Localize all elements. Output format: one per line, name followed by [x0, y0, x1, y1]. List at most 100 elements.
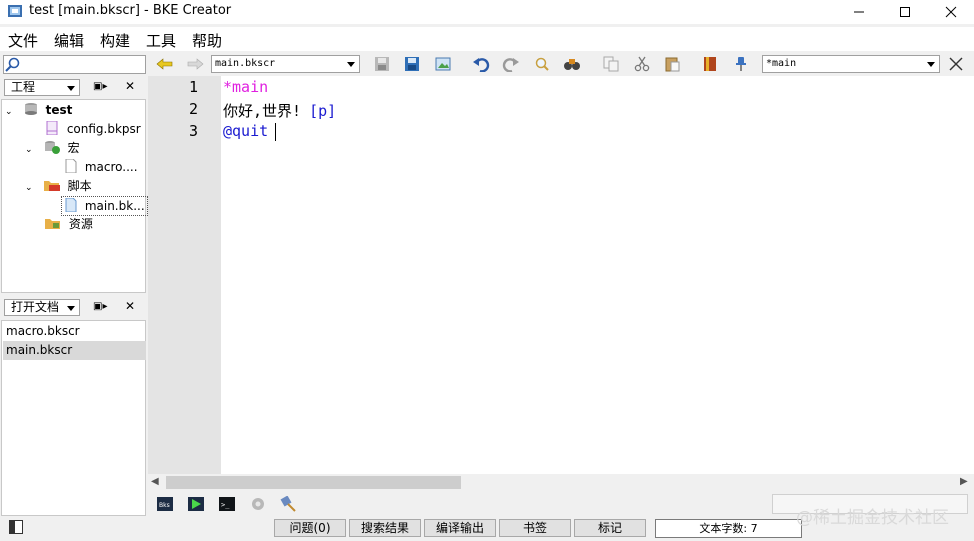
file-selector[interactable]: main.bkscr — [211, 55, 360, 73]
tree-item-label: main.bk... — [84, 199, 145, 213]
open-docs-selector[interactable]: 打开文档 — [4, 299, 80, 316]
tree-item-config[interactable]: config.bkpsr — [44, 120, 141, 138]
line-number: 3 — [188, 122, 198, 140]
char-count-status: 文本字数: 7 — [655, 519, 802, 538]
tree-item-label: test — [45, 103, 73, 117]
close-icon — [949, 57, 963, 71]
back-arrow-icon[interactable] — [156, 55, 174, 73]
search-input[interactable] — [3, 55, 146, 74]
code-text: 你好,世界! — [223, 102, 302, 120]
close-panel-icon[interactable]: ✕ — [125, 79, 135, 93]
file-selector-value: main.bkscr — [215, 58, 276, 69]
save-all-icon[interactable] — [403, 55, 421, 73]
tab-bookmarks[interactable]: 书签 — [499, 519, 571, 537]
menu-edit[interactable]: 编辑 — [54, 30, 84, 51]
tab-search-results[interactable]: 搜索结果 — [349, 519, 421, 537]
chevron-down-icon — [67, 306, 75, 311]
label-selector[interactable]: *main — [762, 55, 940, 73]
terminal-icon[interactable]: >_ — [218, 496, 236, 512]
chevron-down-icon[interactable]: ⌄ — [5, 103, 19, 121]
list-item-selected[interactable]: main.bkscr — [3, 341, 146, 360]
paste-icon[interactable] — [663, 55, 681, 73]
minimize-icon — [854, 11, 864, 13]
float-panel-icon[interactable]: ▣▸ — [93, 301, 107, 312]
image-icon[interactable] — [434, 55, 452, 73]
code-line-label: *main — [223, 78, 269, 96]
undo-icon[interactable] — [472, 55, 490, 73]
find-replace-icon[interactable] — [563, 55, 581, 73]
code-editor[interactable] — [148, 76, 974, 476]
chevron-down-icon — [347, 62, 355, 67]
brush-icon[interactable] — [280, 495, 298, 512]
close-editor-button[interactable] — [947, 55, 965, 73]
scroll-left-icon[interactable]: ◀ — [151, 476, 159, 487]
maximize-icon — [900, 7, 910, 17]
tree-item-label: macro.... — [84, 160, 138, 174]
cut-icon[interactable] — [633, 55, 651, 73]
macro-folder-icon — [44, 141, 60, 154]
window-title: test [main.bkscr] - BKE Creator — [29, 3, 232, 18]
svg-text:>_: >_ — [221, 501, 230, 509]
project-panel-title: 工程 — [11, 80, 36, 94]
script-folder-icon — [43, 181, 60, 191]
open-docs-title: 打开文档 — [11, 300, 60, 314]
pin-icon[interactable] — [732, 55, 750, 73]
open-docs-header: 打开文档 ▣▸ ✕ — [1, 297, 146, 319]
redo-icon[interactable] — [502, 55, 520, 73]
close-panel-icon[interactable]: ✕ — [125, 299, 135, 313]
code-line-text: 你好,世界! [p] — [223, 100, 336, 121]
menu-tools[interactable]: 工具 — [146, 30, 176, 51]
settings-icon[interactable] — [249, 496, 267, 512]
text-cursor — [275, 123, 276, 141]
maximize-button[interactable] — [882, 0, 928, 24]
forward-arrow-icon[interactable] — [186, 55, 204, 73]
search-icon[interactable] — [4, 56, 21, 73]
menu-build[interactable]: 构建 — [100, 30, 130, 51]
line-number: 1 — [188, 78, 198, 96]
tree-item-test[interactable]: ⌄ test — [5, 101, 72, 119]
chevron-down-icon[interactable]: ⌄ — [25, 141, 39, 159]
minimize-button[interactable] — [836, 0, 882, 24]
scroll-right-icon[interactable]: ▶ — [960, 476, 968, 487]
tree-item-script-folder[interactable]: ⌄ 脚本 — [25, 177, 92, 195]
tab-compile-output[interactable]: 编译输出 — [424, 519, 496, 537]
panel-toggle-icon[interactable] — [9, 520, 23, 537]
project-panel-selector[interactable]: 工程 — [4, 79, 80, 96]
list-item[interactable]: macro.bkscr — [3, 322, 146, 341]
tree-item-label: 脚本 — [67, 179, 92, 193]
tab-markers[interactable]: 标记 — [574, 519, 646, 537]
chevron-down-icon — [927, 62, 935, 67]
scrollbar-thumb[interactable] — [166, 476, 461, 489]
save-icon[interactable] — [373, 55, 391, 73]
line-number: 2 — [188, 100, 198, 118]
app-icon — [7, 3, 23, 19]
tree-item-main-file[interactable]: main.bk... — [61, 196, 148, 216]
float-panel-icon[interactable]: ▣▸ — [93, 81, 107, 92]
bks-icon[interactable]: Bks — [156, 496, 174, 512]
copy-icon[interactable] — [602, 55, 620, 73]
close-button[interactable] — [928, 0, 974, 24]
chevron-down-icon — [67, 86, 75, 91]
tree-item-label: 宏 — [67, 141, 80, 155]
open-docs-list: macro.bkscr main.bkscr — [1, 320, 146, 516]
script-file-icon — [65, 197, 77, 213]
database-icon — [24, 103, 37, 115]
config-file-icon — [46, 120, 58, 136]
tree-item-macro-folder[interactable]: ⌄ 宏 — [25, 139, 80, 157]
project-panel-header: 工程 ▣▸ ✕ — [1, 77, 146, 99]
folder-icon — [45, 219, 60, 229]
bookmark-icon[interactable] — [701, 55, 719, 73]
tree-item-label: config.bkpsr — [66, 122, 141, 136]
label-selector-value: *main — [766, 58, 797, 69]
tab-problems[interactable]: 问题(0) — [274, 519, 346, 537]
watermark: @稀土掘金技术社区 — [796, 508, 949, 528]
find-icon[interactable] — [533, 55, 551, 73]
code-command: [p] — [309, 102, 337, 120]
menu-file[interactable]: 文件 — [8, 30, 38, 51]
chevron-down-icon[interactable]: ⌄ — [25, 179, 39, 197]
tree-item-resource-folder[interactable]: 资源 — [44, 215, 93, 233]
tree-item-label: 资源 — [68, 217, 93, 231]
tree-item-macro-file[interactable]: macro.... — [64, 158, 138, 176]
run-icon[interactable] — [187, 496, 205, 512]
menu-help[interactable]: 帮助 — [192, 30, 222, 51]
